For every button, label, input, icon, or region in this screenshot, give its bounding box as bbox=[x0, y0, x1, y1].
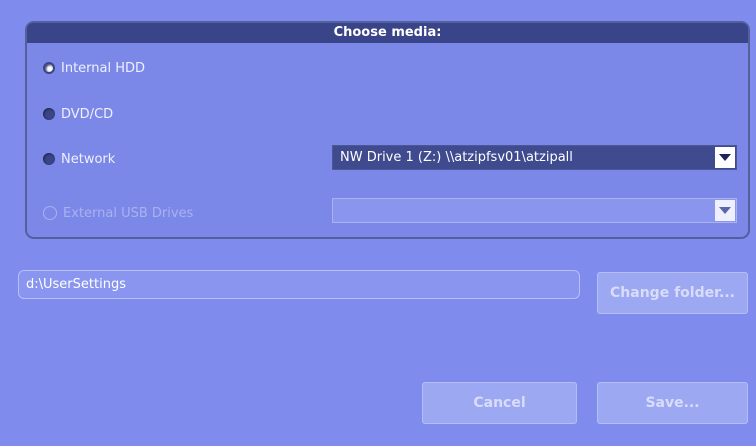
radio-external-usb[interactable]: External USB Drives bbox=[43, 203, 193, 223]
network-drive-value: NW Drive 1 (Z:) \\atzipfsv01\atzipall bbox=[340, 150, 573, 165]
chevron-down-icon[interactable] bbox=[715, 147, 735, 168]
radio-label: Network bbox=[61, 151, 116, 167]
radio-selected-icon bbox=[43, 62, 55, 74]
radio-dvd-cd[interactable]: DVD/CD bbox=[43, 104, 113, 124]
folder-path-field[interactable]: d:\UserSettings bbox=[18, 270, 580, 299]
radio-label: External USB Drives bbox=[63, 205, 194, 221]
usb-drive-dropdown[interactable] bbox=[332, 198, 737, 223]
radio-icon bbox=[43, 108, 55, 120]
chevron-down-icon[interactable] bbox=[715, 200, 735, 221]
radio-icon bbox=[43, 206, 57, 220]
radio-internal-hdd[interactable]: Internal HDD bbox=[43, 58, 145, 78]
group-title: Choose media: bbox=[27, 23, 748, 43]
radio-icon bbox=[43, 153, 55, 165]
save-button[interactable]: Save... bbox=[597, 382, 748, 424]
radio-label: Internal HDD bbox=[61, 60, 146, 76]
change-folder-button[interactable]: Change folder... bbox=[597, 272, 748, 314]
choose-media-dialog: Choose media: Internal HDD DVD/CD Networ… bbox=[0, 0, 756, 446]
radio-label: DVD/CD bbox=[61, 106, 114, 122]
cancel-button[interactable]: Cancel bbox=[422, 382, 577, 424]
media-group: Choose media: Internal HDD DVD/CD Networ… bbox=[25, 21, 750, 239]
radio-network[interactable]: Network bbox=[43, 149, 115, 169]
network-drive-dropdown[interactable]: NW Drive 1 (Z:) \\atzipfsv01\atzipall bbox=[332, 145, 737, 170]
